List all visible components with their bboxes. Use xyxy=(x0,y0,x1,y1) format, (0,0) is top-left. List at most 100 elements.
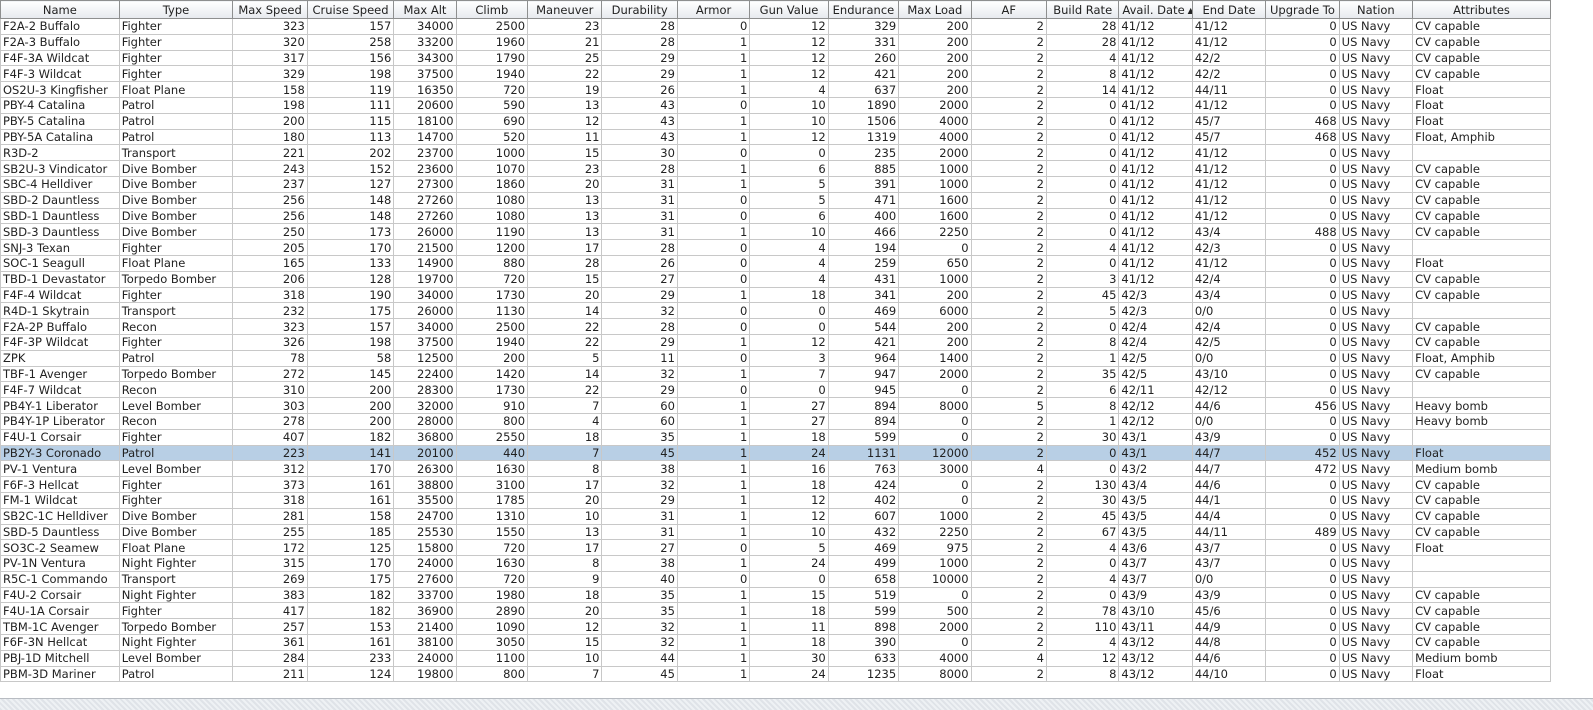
table-cell[interactable]: 10 xyxy=(527,649,603,667)
table-cell[interactable]: 1940 xyxy=(455,333,529,351)
table-cell[interactable]: 43/5 xyxy=(1118,523,1193,541)
table-cell[interactable]: F4F-3P Wildcat xyxy=(0,333,120,351)
table-cell[interactable]: 78 xyxy=(1045,602,1120,620)
table-cell[interactable]: 33700 xyxy=(393,586,457,604)
table-cell[interactable]: 1 xyxy=(676,618,751,636)
table-cell[interactable]: 19800 xyxy=(393,665,457,683)
table-cell[interactable]: F4F-4 Wildcat xyxy=(0,286,120,304)
table-cell[interactable]: 2 xyxy=(970,128,1048,146)
table-cell[interactable]: 41/12 xyxy=(1118,144,1193,162)
table-row[interactable]: F4F-3 Wildcat Fighter 329 198 37500 1940 22 29 1… xyxy=(0,65,1551,83)
table-cell[interactable]: 2 xyxy=(970,365,1048,383)
table-cell[interactable]: 170 xyxy=(306,460,395,478)
table-cell[interactable]: 1190 xyxy=(455,223,529,241)
table-cell[interactable]: 42/12 xyxy=(1191,381,1267,399)
table-cell[interactable]: US Navy xyxy=(1338,523,1414,541)
table-cell[interactable]: US Navy xyxy=(1338,302,1414,320)
table-cell[interactable]: 35 xyxy=(601,428,678,446)
table-cell[interactable]: 519 xyxy=(827,586,900,604)
table-cell[interactable]: 43/4 xyxy=(1118,476,1193,493)
table-cell[interactable]: 0 xyxy=(676,381,751,399)
table-cell[interactable]: 200 xyxy=(306,381,395,399)
table-row[interactable]: ZPK Patrol 78 58 12500 200 5 11 0 3 964 1400 2 1 42/5 0… xyxy=(0,349,1551,367)
table-row[interactable]: F2A-2 Buffalo Fighter 323 157 34000 2500 23 28 0… xyxy=(0,18,1551,35)
table-cell[interactable]: 590 xyxy=(455,96,529,114)
table-cell[interactable]: CV capable xyxy=(1412,175,1551,193)
table-cell[interactable]: 407 xyxy=(232,428,308,446)
table-row[interactable]: F4F-7 Wildcat Recon 310 200 28300 1730 22 29 0 0 9… xyxy=(0,381,1551,399)
table-cell[interactable]: PB2Y-3 Coronado xyxy=(0,444,120,462)
table-cell[interactable]: 1420 xyxy=(455,365,529,383)
table-cell[interactable]: 161 xyxy=(306,476,395,493)
table-cell[interactable]: TBF-1 Avenger xyxy=(0,365,120,383)
table-cell[interactable]: 1 xyxy=(676,128,751,146)
table-cell[interactable]: 2 xyxy=(970,191,1048,209)
table-cell[interactable]: 0 xyxy=(676,270,751,288)
table-cell[interactable]: 13 xyxy=(527,223,603,241)
table-cell[interactable]: 115 xyxy=(306,112,395,130)
table-cell[interactable]: 182 xyxy=(306,428,395,446)
table-cell[interactable]: 42/2 xyxy=(1191,65,1267,83)
table-cell[interactable]: 29 xyxy=(601,65,678,83)
table-cell[interactable]: 31 xyxy=(601,507,678,525)
table-cell[interactable]: US Navy xyxy=(1338,318,1414,335)
table-cell[interactable]: 24 xyxy=(749,555,829,572)
table-cell[interactable]: 0 xyxy=(1265,586,1340,604)
table-cell[interactable]: 42/4 xyxy=(1118,318,1193,335)
table-cell[interactable]: 391 xyxy=(827,175,900,193)
table-cell[interactable]: 175 xyxy=(306,570,395,588)
table-cell[interactable]: 200 xyxy=(898,65,972,83)
table-cell[interactable]: 41/12 xyxy=(1118,160,1193,177)
table-cell[interactable]: 4 xyxy=(1045,239,1120,256)
table-cell[interactable]: 2250 xyxy=(898,223,972,241)
table-cell[interactable]: 0 xyxy=(1265,649,1340,667)
table-cell[interactable]: FM-1 Wildcat xyxy=(0,491,120,509)
table-cell[interactable]: 31 xyxy=(601,175,678,193)
table-cell[interactable]: 250 xyxy=(232,223,308,241)
table-cell[interactable]: Fighter xyxy=(118,49,234,67)
table-cell[interactable]: 500 xyxy=(898,602,972,620)
table-cell[interactable]: 27260 xyxy=(393,207,457,225)
table-cell[interactable]: 0 xyxy=(676,539,751,557)
table-cell[interactable]: 0 xyxy=(676,191,751,209)
table-cell[interactable]: US Navy xyxy=(1338,33,1414,51)
table-cell[interactable]: 1 xyxy=(676,634,751,651)
table-cell[interactable]: 0 xyxy=(1265,602,1340,620)
table-cell[interactable]: 42/3 xyxy=(1191,239,1267,256)
table-cell[interactable]: 329 xyxy=(827,18,900,35)
table-cell[interactable]: 8 xyxy=(1045,65,1120,83)
table-cell[interactable]: 1 xyxy=(676,444,751,462)
table-cell[interactable]: 0 xyxy=(676,96,751,114)
table-cell[interactable]: 720 xyxy=(455,81,529,98)
table-cell[interactable]: 41/12 xyxy=(1118,112,1193,130)
table-cell[interactable]: 469 xyxy=(827,539,900,557)
table-cell[interactable]: 520 xyxy=(455,128,529,146)
table-cell[interactable]: 2500 xyxy=(455,18,529,35)
table-row[interactable]: TBM-1C Avenger Torpedo Bomber 257 153 21400 1… xyxy=(0,618,1551,636)
table-cell[interactable]: PBJ-1D Mitchell xyxy=(0,649,120,667)
table-cell[interactable]: 0 xyxy=(1045,112,1120,130)
table-cell[interactable]: 13 xyxy=(527,207,603,225)
table-cell[interactable]: Fighter xyxy=(118,18,234,35)
table-cell[interactable]: 26000 xyxy=(393,223,457,241)
table-cell[interactable]: 24000 xyxy=(393,649,457,667)
table-cell[interactable]: 41/12 xyxy=(1191,96,1267,114)
table-cell[interactable]: CV capable xyxy=(1412,286,1551,304)
table-cell[interactable]: 145 xyxy=(306,365,395,383)
table-cell[interactable]: 424 xyxy=(827,476,900,493)
table-cell[interactable]: 30 xyxy=(1045,428,1120,446)
table-cell[interactable]: 20 xyxy=(527,602,603,620)
table-cell[interactable]: 200 xyxy=(306,412,395,430)
table-cell[interactable]: 3050 xyxy=(455,634,529,651)
table-cell[interactable]: 0 xyxy=(749,381,829,399)
table-cell[interactable]: US Navy xyxy=(1338,223,1414,241)
table-cell[interactable]: 2 xyxy=(970,444,1048,462)
table-cell[interactable]: 18 xyxy=(749,602,829,620)
table-cell[interactable]: 44/6 xyxy=(1191,476,1267,493)
table-row[interactable]: R3D-2 Transport 221 202 23700 1000 15 30 0 0 235 20… xyxy=(0,144,1551,162)
table-cell[interactable]: 128 xyxy=(306,270,395,288)
table-cell[interactable]: 41/12 xyxy=(1118,18,1193,35)
column-header-max-load[interactable]: Max Load xyxy=(898,0,972,19)
table-cell[interactable]: 31 xyxy=(601,223,678,241)
table-row[interactable]: PV-1 Ventura Level Bomber 312 170 26300 1630 8… xyxy=(0,460,1551,478)
